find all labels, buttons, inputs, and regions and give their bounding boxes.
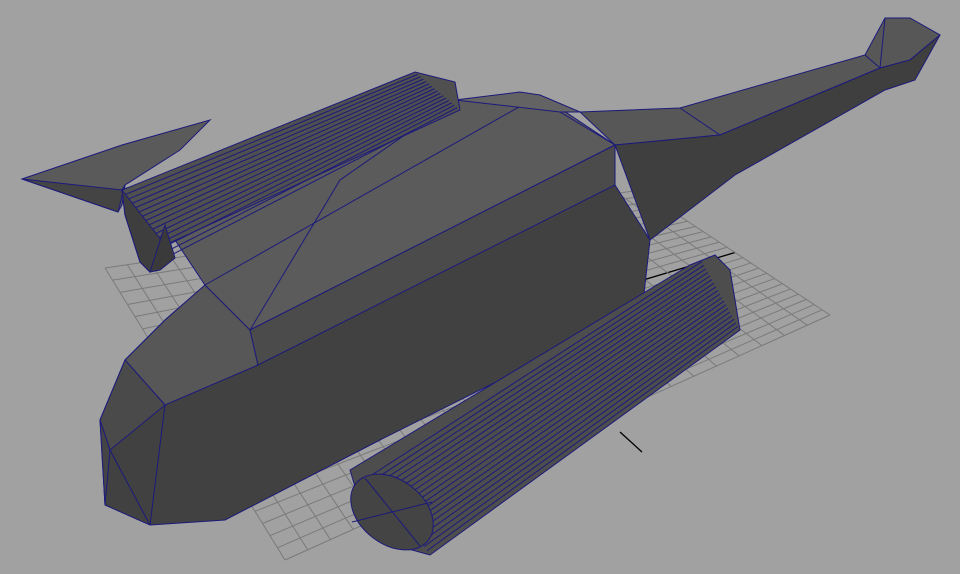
grid-axis-z [619,431,643,453]
3d-viewport[interactable] [0,0,960,574]
viewport-scene[interactable] [0,0,960,574]
